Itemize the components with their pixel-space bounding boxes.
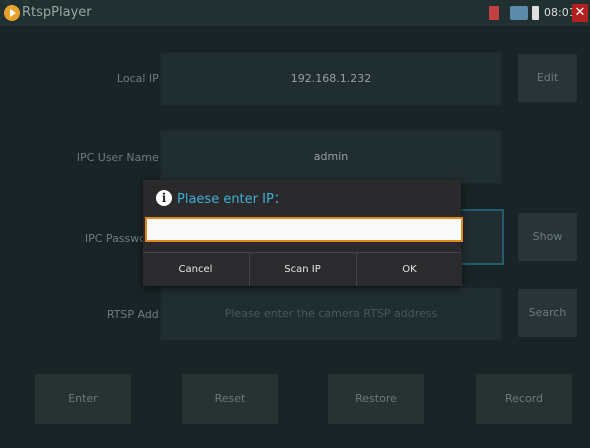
enter-ip-dialog: i Plaese enter IP： Cancel Scan IP OK — [143, 180, 463, 286]
ip-input[interactable] — [145, 217, 463, 242]
ok-button[interactable]: OK — [356, 253, 462, 286]
battery-icon — [532, 6, 539, 20]
recorder-icon — [489, 6, 499, 20]
info-icon: i — [156, 190, 172, 206]
close-icon[interactable]: ✕ — [572, 4, 588, 22]
status-bar: RtspPlayer 08:01 ✕ — [0, 0, 590, 26]
scan-ip-button[interactable]: Scan IP — [249, 253, 355, 286]
clock: 08:01 — [544, 6, 576, 19]
cancel-button[interactable]: Cancel — [143, 253, 248, 286]
dialog-header: i Plaese enter IP： — [143, 180, 461, 214]
dialog-title: Plaese enter IP： — [177, 192, 287, 207]
network-icon — [510, 6, 528, 20]
